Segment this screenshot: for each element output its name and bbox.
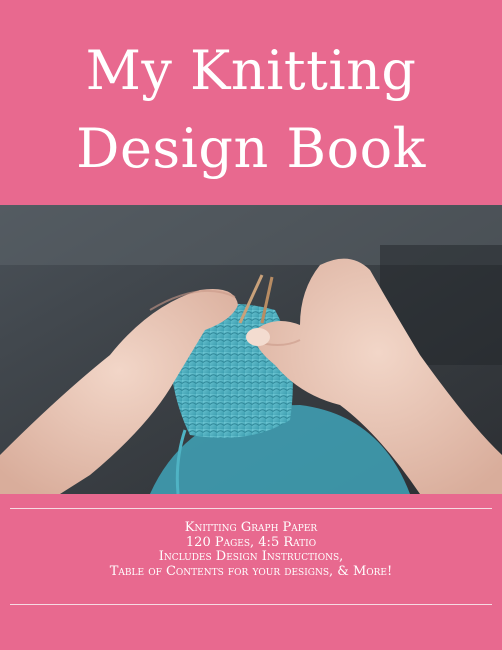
subtitle-line-1: Knitting Graph Paper bbox=[184, 520, 318, 535]
subtitle-line-2: 120 Pages, 4:5 Ratio bbox=[185, 534, 317, 550]
hands-knitting-image bbox=[0, 205, 502, 494]
subtitle-line-3: Includes Design Instructions, bbox=[158, 549, 344, 564]
bottom-divider bbox=[10, 604, 492, 605]
top-divider bbox=[10, 508, 492, 509]
bottom-block: Knitting Graph Paper 120 Pages, 4:5 Rati… bbox=[0, 494, 502, 650]
title-block: My Knitting Design Book bbox=[0, 0, 502, 205]
subtitle: Knitting Graph Paper 120 Pages, 4:5 Rati… bbox=[0, 520, 502, 579]
title-line-1: My Knitting bbox=[85, 39, 417, 102]
book-cover: My Knitting Design Book Knitting Graph P… bbox=[0, 0, 502, 650]
subtitle-line-4: Table of Contents for your designs, & Mo… bbox=[109, 563, 393, 579]
title-line-2: Design Book bbox=[76, 117, 426, 180]
